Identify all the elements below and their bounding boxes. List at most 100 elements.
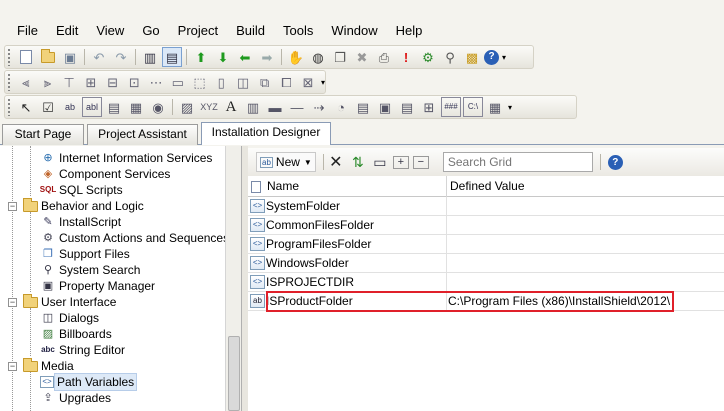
new-button[interactable]: ab New ▼: [256, 152, 316, 172]
cell-name[interactable]: ISPROJECTDIR: [266, 273, 354, 292]
radio-control-icon[interactable]: ◉: [148, 97, 168, 117]
compile-icon[interactable]: ◍: [308, 47, 328, 67]
size-icon[interactable]: ▭: [168, 72, 188, 92]
collapse-icon[interactable]: −: [8, 362, 17, 371]
collapse-icon[interactable]: −: [8, 298, 17, 307]
tree-item-user-interface[interactable]: User Interface: [22, 293, 116, 310]
tree-item-installscript[interactable]: ✎ InstallScript: [40, 214, 121, 230]
selection-tree-icon[interactable]: ⊞: [419, 97, 439, 117]
collapse-icon[interactable]: −: [8, 202, 17, 211]
delete-icon[interactable]: ✕: [327, 152, 345, 172]
checkbox-control-icon[interactable]: ☑: [38, 97, 58, 117]
hand-icon[interactable]: ✋: [286, 47, 306, 67]
bitmap-control-icon[interactable]: ▨: [177, 97, 197, 117]
menu-tools[interactable]: Tools: [274, 20, 322, 42]
table-row[interactable]: <> ProgramFilesFolder: [248, 235, 724, 254]
menu-window[interactable]: Window: [322, 20, 386, 42]
toolbar-grip[interactable]: [7, 48, 12, 66]
toolbar-grip[interactable]: [7, 98, 12, 116]
align-right-icon[interactable]: ⫸: [38, 72, 58, 92]
view-grid-icon[interactable]: ▭: [371, 152, 389, 172]
label-control-icon[interactable]: A: [221, 97, 241, 117]
menu-view[interactable]: View: [87, 20, 133, 42]
cell-name[interactable]: ISProductFolder: [266, 292, 353, 311]
masked-edit-icon[interactable]: ###: [441, 97, 461, 117]
undo-icon[interactable]: ↶: [89, 47, 109, 67]
tree-scrollbar-thumb[interactable]: [228, 336, 240, 411]
new-file-icon[interactable]: [16, 47, 36, 67]
release-icon[interactable]: ⎙: [374, 47, 394, 67]
text-control-icon[interactable]: ab: [60, 97, 80, 117]
tree-item-property-manager[interactable]: ▣ Property Manager: [40, 278, 155, 294]
arrow-right-icon[interactable]: ➡: [257, 47, 277, 67]
save-icon[interactable]: ▣: [60, 47, 80, 67]
column-divider[interactable]: [446, 176, 447, 197]
menu-project[interactable]: Project: [169, 20, 227, 42]
line-control-icon[interactable]: —: [287, 97, 307, 117]
cell-name[interactable]: ProgramFilesFolder: [266, 235, 371, 254]
tree-scrollbar[interactable]: [225, 146, 241, 411]
tree-item-behavior-and-logic[interactable]: Behavior and Logic: [22, 197, 144, 214]
directory-list-icon[interactable]: ▤: [397, 97, 417, 117]
same-width-icon[interactable]: ⬚: [190, 72, 210, 92]
list-view-icon[interactable]: ▦: [485, 97, 505, 117]
bring-front-icon[interactable]: ⧉: [255, 72, 275, 92]
groupbox-control-icon[interactable]: XYZ: [199, 97, 219, 117]
toolbar-options-icon[interactable]: ▾: [502, 53, 506, 62]
arrow-left-icon[interactable]: ⬅: [235, 47, 255, 67]
expand-all-icon[interactable]: +: [392, 155, 409, 169]
pointer-icon[interactable]: ↖: [16, 97, 36, 117]
refresh-icon[interactable]: ⇅: [349, 152, 367, 172]
run-icon[interactable]: ⚙: [418, 47, 438, 67]
send-back-icon[interactable]: ⧠: [277, 72, 297, 92]
folder-browse-icon[interactable]: ▤: [353, 97, 373, 117]
collapse-all-icon[interactable]: −: [412, 155, 429, 169]
edit-control-icon[interactable]: abl: [82, 97, 102, 117]
align-middle-icon[interactable]: ⊟: [103, 72, 123, 92]
cell-name[interactable]: SystemFolder: [266, 197, 340, 216]
volume-costlist-icon[interactable]: ▣: [375, 97, 395, 117]
build-icon[interactable]: ❐: [330, 47, 350, 67]
menu-go[interactable]: Go: [133, 20, 168, 42]
align-center-icon[interactable]: ⊞: [81, 72, 101, 92]
arrow-down-icon[interactable]: ⬇: [213, 47, 233, 67]
tree-item-string-editor[interactable]: abc String Editor: [40, 342, 125, 358]
tree-item-media[interactable]: Media: [22, 357, 74, 374]
cell-name[interactable]: CommonFilesFolder: [266, 216, 374, 235]
redo-icon[interactable]: ↷: [111, 47, 131, 67]
tree-item-internet-information-services[interactable]: ⊕ Internet Information Services: [40, 150, 212, 166]
tree-item-upgrades[interactable]: ⇪ Upgrades: [40, 390, 111, 406]
table-row[interactable]: <> ISPROJECTDIR: [248, 273, 724, 292]
tree-item-custom-actions-and-sequences[interactable]: ⚙ Custom Actions and Sequences: [40, 230, 229, 246]
package-icon[interactable]: ▩: [462, 47, 482, 67]
tab-installation-designer[interactable]: Installation Designer: [201, 122, 331, 145]
column-header-defined-value[interactable]: Defined Value: [450, 176, 525, 197]
tree-item-support-files[interactable]: ❐ Support Files: [40, 246, 130, 262]
tree-item-sql-scripts[interactable]: SQL SQL Scripts: [40, 182, 123, 198]
table-row[interactable]: <> CommonFilesFolder: [248, 216, 724, 235]
combobox-control-icon[interactable]: ▦: [126, 97, 146, 117]
icon-control-icon[interactable]: ◔: [331, 97, 351, 117]
tree-item-path-variables[interactable]: <> Path Variables: [40, 373, 138, 391]
cell-value[interactable]: C:\Program Files (x86)\InstallShield\201…: [448, 292, 670, 311]
table-row[interactable]: <> WindowsFolder: [248, 254, 724, 273]
column-header-name[interactable]: Name: [267, 176, 299, 197]
spacing-icon[interactable]: ⋯: [146, 72, 166, 92]
menu-edit[interactable]: Edit: [47, 20, 87, 42]
align-top-icon[interactable]: ⊤: [59, 72, 79, 92]
tab-order-icon[interactable]: ⊠: [298, 72, 318, 92]
table-row[interactable]: ab ISProductFolder C:\Program Files (x86…: [248, 292, 724, 311]
path-edit-icon[interactable]: C:\: [463, 97, 483, 117]
search-grid-input[interactable]: [442, 152, 593, 172]
help-icon[interactable]: ?: [607, 154, 623, 170]
tree-item-system-search[interactable]: ⚲ System Search: [40, 262, 140, 278]
menu-help[interactable]: Help: [387, 20, 432, 42]
tab-start-page[interactable]: Start Page: [2, 124, 84, 145]
cell-name[interactable]: WindowsFolder: [266, 254, 349, 273]
view-pane-icon[interactable]: ▥: [140, 47, 160, 67]
tab-project-assistant[interactable]: Project Assistant: [87, 124, 198, 145]
tree-item-dialogs[interactable]: ◫ Dialogs: [40, 310, 99, 326]
tree-item-billboards[interactable]: ▨ Billboards: [40, 326, 112, 342]
debug-icon[interactable]: ⚲: [440, 47, 460, 67]
toolbar-grip[interactable]: [7, 73, 12, 91]
